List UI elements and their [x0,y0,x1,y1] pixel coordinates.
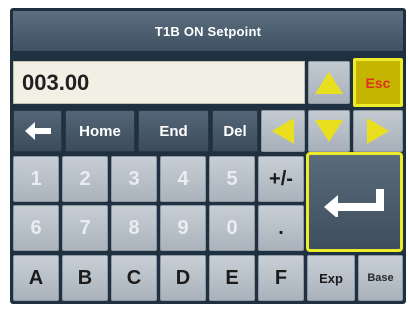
digit-4-button[interactable]: 4 [160,156,206,202]
down-arrow-icon [315,120,343,142]
esc-button[interactable]: Esc [353,58,403,107]
letter-f-button[interactable]: F [258,255,304,301]
down-arrow-button[interactable] [308,110,350,152]
left-arrow-icon [24,122,51,140]
letter-b-button[interactable]: B [62,255,108,301]
letter-e-button[interactable]: E [209,255,255,301]
enter-button[interactable] [306,152,403,252]
digit-8-button[interactable]: 8 [111,205,157,251]
letter-d-button[interactable]: D [160,255,206,301]
del-button[interactable]: Del [212,110,258,152]
letter-a-button[interactable]: A [13,255,59,301]
digit-9-button[interactable]: 9 [160,205,206,251]
backspace-button[interactable] [13,110,62,152]
end-button[interactable]: End [138,110,209,152]
plus-minus-button[interactable]: +/- [258,156,304,202]
exp-button[interactable]: Exp [307,255,355,301]
up-arrow-icon [315,71,343,94]
digit-0-button[interactable]: 0 [209,205,255,251]
digit-7-button[interactable]: 7 [62,205,108,251]
home-button[interactable]: Home [65,110,135,152]
base-button[interactable]: Base [358,255,403,301]
left-triangle-icon [272,118,294,144]
decimal-point-button[interactable]: . [258,205,304,251]
right-arrow-button[interactable] [353,110,403,152]
enter-arrow-icon [323,189,384,217]
up-arrow-button[interactable] [308,61,350,104]
title-bar: T1B ON Setpoint [13,11,403,51]
right-triangle-icon [367,118,389,144]
digit-6-button[interactable]: 6 [13,205,59,251]
value-display[interactable]: 003.00 [13,61,305,104]
keypad-panel: T1B ON Setpoint 003.00 Esc Home End Del … [10,8,406,304]
letter-c-button[interactable]: C [111,255,157,301]
digit-2-button[interactable]: 2 [62,156,108,202]
digit-1-button[interactable]: 1 [13,156,59,202]
digit-3-button[interactable]: 3 [111,156,157,202]
digit-5-button[interactable]: 5 [209,156,255,202]
left-arrow-button[interactable] [261,110,305,152]
